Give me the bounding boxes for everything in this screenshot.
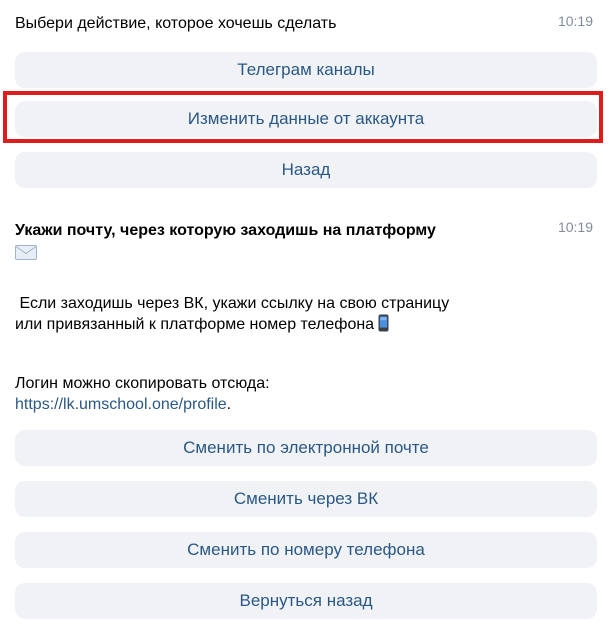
paragraph-text: Если заходишь через ВК, укажи ссылку на … [19, 295, 450, 312]
paragraph-text: Логин можно скопировать отсюда: [15, 375, 270, 392]
paragraph-line: https://lk.umschool.one/profile. [15, 394, 597, 415]
message-text: Выбери действие, которое хочешь сделать [15, 15, 337, 32]
change-by-phone-button[interactable]: Сменить по номеру телефона [15, 532, 597, 568]
link-suffix: . [226, 396, 232, 413]
back-button[interactable]: Назад [15, 152, 597, 188]
message-paragraph-1: Если заходишь через ВК, укажи ссылку на … [15, 293, 597, 335]
paragraph-text: или привязанный к платформе номер телефо… [15, 316, 375, 333]
message-title: Укажи почту, через которую заходишь на п… [15, 222, 436, 239]
return-back-button[interactable]: Вернуться назад [15, 583, 597, 619]
profile-link[interactable]: https://lk.umschool.one/profile [15, 396, 227, 413]
change-by-email-button[interactable]: Сменить по электронной почте [15, 430, 597, 466]
mobile-phone-icon [378, 314, 389, 332]
bot-message-1: Выбери действие, которое хочешь сделать [15, 13, 597, 34]
message-time: 10:19 [557, 13, 593, 29]
change-account-data-button[interactable]: Изменить данные от аккаунта [15, 101, 597, 137]
envelope-icon [15, 245, 37, 260]
message-time: 10:19 [557, 219, 593, 235]
paragraph-line: или привязанный к платформе номер телефо… [15, 314, 597, 335]
message-paragraph-2: Логин можно скопировать отсюда: https://… [15, 373, 597, 415]
change-via-vk-button[interactable]: Сменить через ВК [15, 481, 597, 517]
paragraph-line: Если заходишь через ВК, укажи ссылку на … [15, 293, 597, 314]
bot-message-2: Укажи почту, через которую заходишь на п… [15, 220, 597, 265]
telegram-channels-button[interactable]: Телеграм каналы [15, 52, 597, 88]
